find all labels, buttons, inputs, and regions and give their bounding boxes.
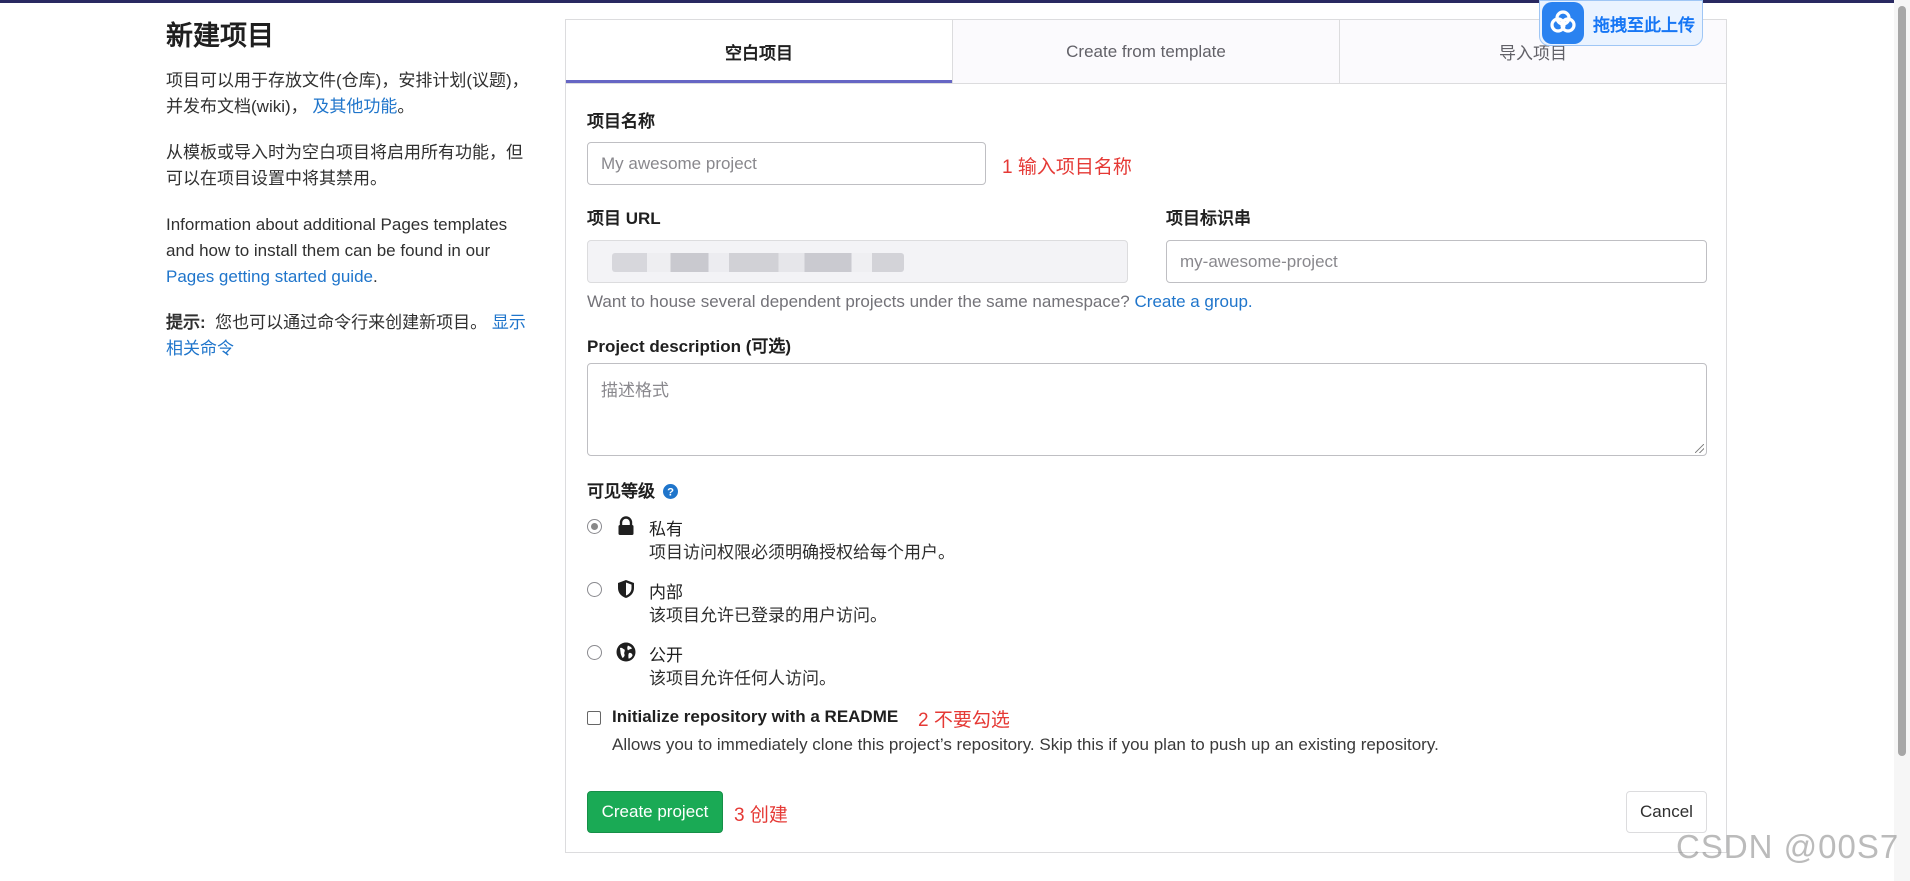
new-project-panel: 空白项目 Create from template 导入项目 项目名称 My a… bbox=[565, 19, 1727, 853]
blurred-url-text bbox=[612, 253, 904, 272]
cancel-button[interactable]: Cancel bbox=[1626, 791, 1707, 833]
readme-help: Allows you to immediately clone this pro… bbox=[612, 735, 1439, 754]
project-slug-label: 项目标识串 bbox=[1166, 209, 1251, 228]
sidebar-paragraph-3: Information about additional Pages templ… bbox=[166, 212, 538, 290]
sidebar-info: 新建项目 项目可以用于存放文件(仓库)，安排计划(议题)，并发布文档(wiki)… bbox=[166, 18, 538, 382]
annotation-step-3: 3 创建 bbox=[734, 805, 788, 826]
description-placeholder: 描述格式 bbox=[601, 381, 669, 400]
visibility-internal-title: 内部 bbox=[649, 583, 683, 602]
page-scrollbar[interactable] bbox=[1894, 0, 1910, 881]
svg-text:?: ? bbox=[667, 487, 674, 499]
sidebar-paragraph-1-end: 。 bbox=[397, 97, 415, 116]
project-url-input[interactable] bbox=[587, 240, 1128, 283]
upload-label: 拖拽至此上传 bbox=[1593, 15, 1695, 35]
visibility-internal-desc: 该项目允许已登录的用户访问。 bbox=[649, 606, 887, 625]
page-title: 新建项目 bbox=[166, 21, 274, 51]
sidebar-paragraph-2: 从模板或导入时为空白项目将启用所有功能，但可以在项目设置中将其禁用。 bbox=[166, 143, 523, 188]
visibility-private-title: 私有 bbox=[649, 520, 683, 539]
optional-tag: (可选) bbox=[745, 337, 792, 356]
project-url-label: 项目 URL bbox=[587, 209, 661, 228]
resize-handle[interactable] bbox=[1695, 444, 1704, 453]
namespace-help: Want to house several dependent projects… bbox=[587, 292, 1253, 312]
annotation-step-1: 1 输入项目名称 bbox=[1002, 157, 1132, 178]
tab-blank-project[interactable]: 空白项目 bbox=[566, 20, 953, 83]
globe-icon bbox=[616, 642, 636, 662]
project-description-label: Project description (可选) bbox=[587, 332, 791, 357]
project-description-textarea[interactable]: 描述格式 bbox=[587, 363, 1707, 456]
readme-checkbox[interactable] bbox=[587, 711, 601, 725]
drag-upload-widget[interactable]: 拖拽至此上传 bbox=[1539, 0, 1703, 46]
lock-icon bbox=[618, 516, 634, 535]
more-features-link[interactable]: 及其他功能 bbox=[312, 97, 397, 116]
sidebar-tip: 提示: 您也可以通过命令行来创建新项目。 显示相关命令 bbox=[166, 310, 538, 362]
watermark: CSDN @00S7 bbox=[1676, 828, 1900, 865]
create-group-link[interactable]: Create a group. bbox=[1135, 292, 1253, 311]
help-icon[interactable]: ? bbox=[662, 484, 678, 499]
project-slug-input[interactable]: my-awesome-project bbox=[1166, 240, 1707, 283]
annotation-step-2: 2 不要勾选 bbox=[918, 710, 1010, 731]
visibility-private-radio[interactable] bbox=[587, 519, 602, 534]
visibility-internal-radio[interactable] bbox=[587, 582, 602, 597]
visibility-label-text: 可见等级 bbox=[587, 482, 655, 501]
visibility-private-desc: 项目访问权限必须明确授权给每个用户。 bbox=[649, 543, 955, 562]
visibility-public-radio[interactable] bbox=[587, 645, 602, 660]
project-name-label: 项目名称 bbox=[587, 112, 655, 131]
pages-guide-link[interactable]: Pages getting started guide bbox=[166, 267, 373, 286]
visibility-label: 可见等级 ? bbox=[587, 477, 678, 502]
project-name-input[interactable]: My awesome project bbox=[587, 142, 986, 185]
tab-create-from-template[interactable]: Create from template bbox=[953, 20, 1340, 83]
shield-icon bbox=[618, 580, 634, 598]
readme-label[interactable]: Initialize repository with a README bbox=[612, 707, 898, 727]
namespace-help-text: Want to house several dependent projects… bbox=[587, 292, 1130, 311]
visibility-public-title: 公开 bbox=[649, 646, 683, 665]
sidebar-paragraph-3-end: . bbox=[372, 267, 378, 286]
project-description-label-text: Project description bbox=[587, 337, 741, 356]
create-project-button[interactable]: Create project bbox=[587, 791, 723, 833]
tip-text: 您也可以通过命令行来创建新项目。 bbox=[215, 313, 488, 332]
cloud-upload-icon bbox=[1542, 2, 1584, 44]
tip-label: 提示: bbox=[166, 313, 206, 332]
sidebar-paragraph-3-text: Information about additional Pages templ… bbox=[166, 215, 508, 260]
sidebar-paragraph-1: 项目可以用于存放文件(仓库)，安排计划(议题)，并发布文档(wiki)， 及其他… bbox=[166, 68, 538, 120]
visibility-public-desc: 该项目允许任何人访问。 bbox=[649, 669, 836, 688]
scrollbar-thumb[interactable] bbox=[1898, 6, 1906, 756]
